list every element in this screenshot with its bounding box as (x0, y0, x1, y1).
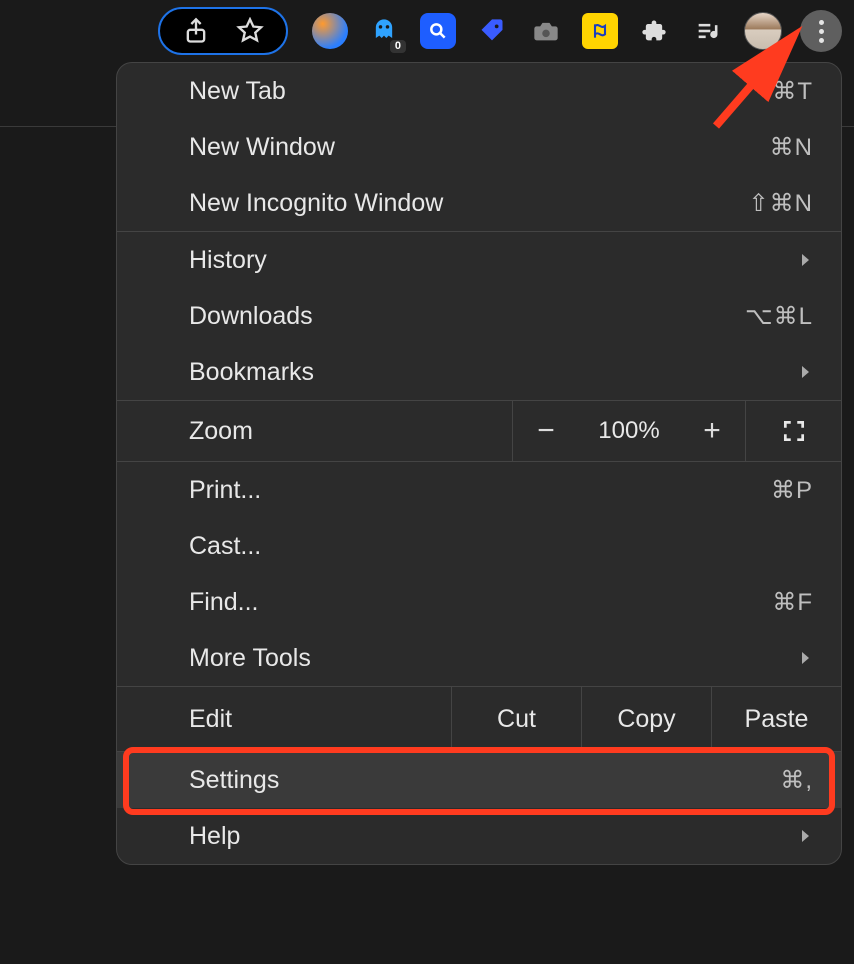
profile-avatar[interactable] (744, 12, 782, 50)
menu-item-new-window[interactable]: New Window ⌘N (117, 119, 841, 175)
menu-item-history[interactable]: History (117, 232, 841, 288)
menu-item-bookmarks[interactable]: Bookmarks (117, 344, 841, 400)
menu-item-shortcut: ⌘, (780, 766, 813, 795)
menu-item-label: Downloads (189, 302, 313, 331)
browser-main-menu: New Tab ⌘T New Window ⌘N New Incognito W… (116, 62, 842, 865)
zoom-label: Zoom (117, 401, 512, 461)
url-action-group (158, 7, 288, 55)
menu-item-label: New Tab (189, 77, 286, 106)
menu-item-label: Settings (189, 766, 279, 795)
menu-item-label: Bookmarks (189, 358, 314, 387)
menu-item-label: Cast... (189, 532, 261, 561)
edit-cut-button[interactable]: Cut (451, 687, 581, 751)
menu-item-label: New Window (189, 133, 335, 162)
menu-item-shortcut: ⌘P (771, 476, 813, 505)
menu-item-label: Print... (189, 476, 261, 505)
menu-item-label: New Incognito Window (189, 189, 443, 218)
menu-item-shortcut: ⌥⌘L (745, 302, 813, 331)
menu-item-cast[interactable]: Cast... (117, 518, 841, 574)
media-control-icon[interactable] (690, 13, 726, 49)
zoom-in-button[interactable]: + (679, 401, 745, 461)
menu-item-find[interactable]: Find... ⌘F (117, 574, 841, 630)
share-icon[interactable] (178, 13, 214, 49)
edit-label: Edit (117, 687, 451, 751)
menu-item-zoom: Zoom − 100% + (117, 401, 841, 461)
menu-item-label: More Tools (189, 644, 311, 673)
extension-search-icon[interactable] (420, 13, 456, 49)
submenu-chevron-icon (797, 364, 813, 380)
extension-camera-icon[interactable] (528, 13, 564, 49)
menu-item-edit: Edit Cut Copy Paste (117, 687, 841, 751)
edit-paste-button[interactable]: Paste (711, 687, 841, 751)
menu-item-more-tools[interactable]: More Tools (117, 630, 841, 686)
submenu-chevron-icon (797, 252, 813, 268)
extension-ghostery-badge: 0 (390, 40, 406, 53)
browser-toolbar: 0 (0, 0, 854, 62)
extensions-puzzle-icon[interactable] (636, 13, 672, 49)
extension-notes-icon[interactable] (582, 13, 618, 49)
zoom-value: 100% (579, 401, 679, 461)
menu-item-downloads[interactable]: Downloads ⌥⌘L (117, 288, 841, 344)
menu-item-label: Help (189, 822, 240, 851)
menu-item-help[interactable]: Help (117, 808, 841, 864)
extension-similarweb-icon[interactable] (312, 13, 348, 49)
menu-item-new-tab[interactable]: New Tab ⌘T (117, 63, 841, 119)
menu-item-shortcut: ⇧⌘N (749, 189, 813, 218)
menu-item-new-incognito[interactable]: New Incognito Window ⇧⌘N (117, 175, 841, 231)
menu-item-label: Find... (189, 588, 258, 617)
menu-item-shortcut: ⌘F (772, 588, 813, 617)
menu-item-shortcut: ⌘T (772, 77, 813, 106)
bookmark-star-icon[interactable] (232, 13, 268, 49)
fullscreen-button[interactable] (745, 401, 841, 461)
menu-item-label: History (189, 246, 267, 275)
menu-item-shortcut: ⌘N (770, 133, 813, 162)
zoom-out-button[interactable]: − (513, 401, 579, 461)
submenu-chevron-icon (797, 650, 813, 666)
edit-copy-button[interactable]: Copy (581, 687, 711, 751)
kebab-menu-button[interactable] (800, 10, 842, 52)
extension-price-tag-icon[interactable] (474, 13, 510, 49)
submenu-chevron-icon (797, 828, 813, 844)
menu-item-settings[interactable]: Settings ⌘, (117, 752, 841, 808)
extension-ghostery-icon[interactable]: 0 (366, 13, 402, 49)
zoom-controls: − 100% + (512, 401, 841, 461)
menu-item-print[interactable]: Print... ⌘P (117, 462, 841, 518)
